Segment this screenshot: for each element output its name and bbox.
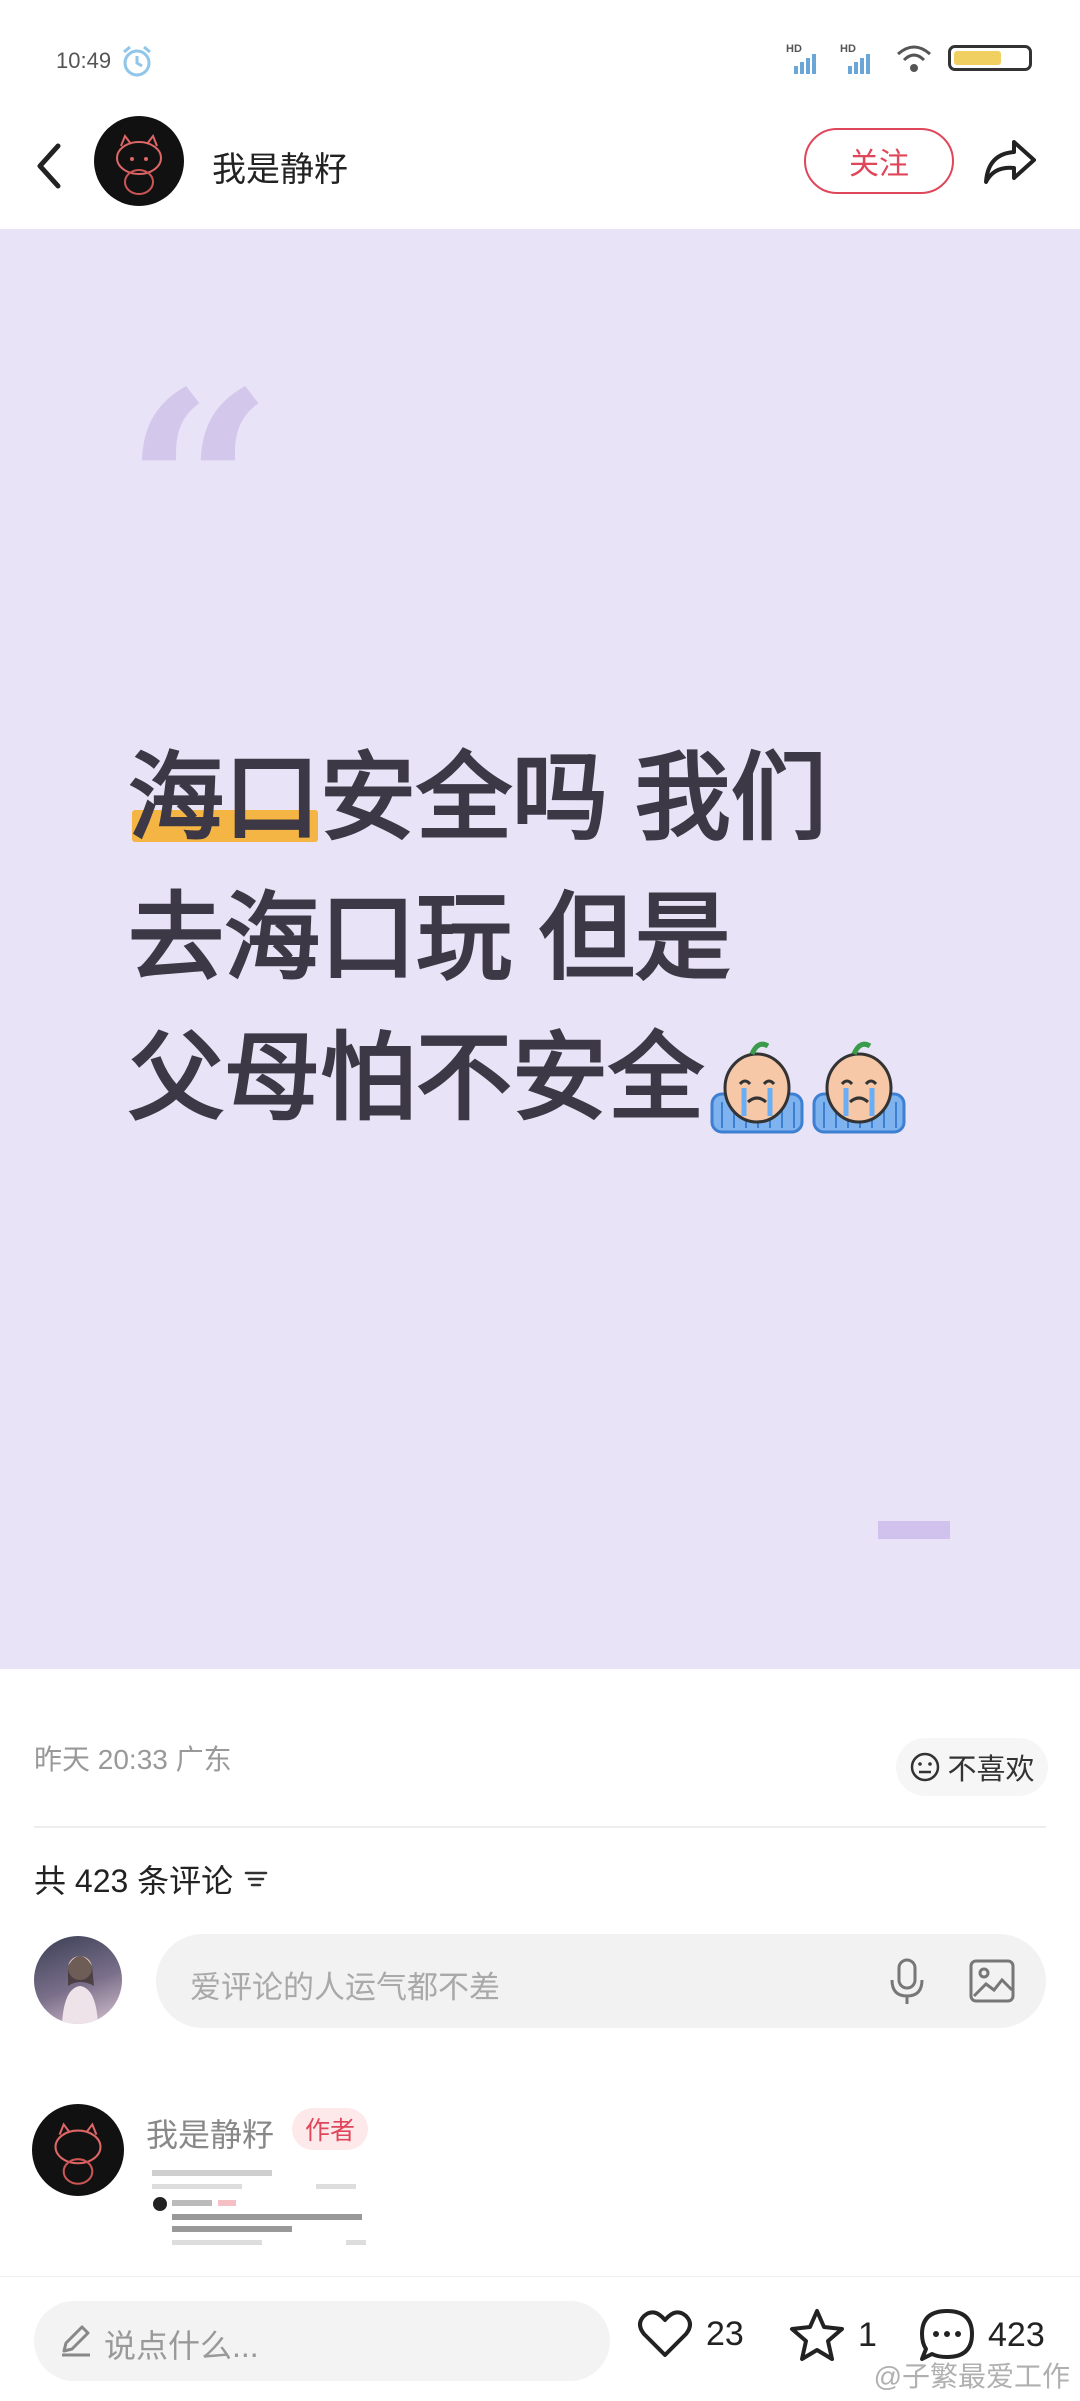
signal-icon: HD	[840, 43, 870, 74]
post-text: 海口安全吗 我们 去海口玩 但是 父母怕不安全	[128, 729, 968, 1149]
author-badge: 作者	[292, 2108, 368, 2150]
hello-kitty-avatar-icon	[54, 2122, 102, 2185]
divider	[34, 1826, 1046, 1828]
comment-count-header[interactable]: 共 423 条评论	[34, 1856, 269, 1902]
comment-input-placeholder: 爱评论的人运气都不差	[190, 1970, 500, 2005]
dislike-button[interactable]: 不喜欢	[896, 1738, 1048, 1796]
comment-count-text: 共 423 条评论	[34, 1863, 234, 1899]
pencil-icon	[62, 2325, 90, 2357]
decorative-dash	[878, 1521, 950, 1539]
quick-comment-input[interactable]: 说点什么...	[34, 2301, 610, 2381]
status-time: 10:49	[56, 48, 112, 73]
watermark: @子繁最爱工作	[873, 2361, 1070, 2392]
sort-icon[interactable]	[243, 1868, 269, 1890]
screenshot-image	[152, 2170, 366, 2245]
back-arrow-icon[interactable]	[28, 136, 68, 196]
post-text-line: 去海口玩 但是	[128, 885, 731, 992]
author-avatar[interactable]	[94, 116, 184, 206]
like-count: 23	[706, 2314, 744, 2353]
hello-kitty-avatar-icon	[116, 133, 162, 195]
post-text-line: 海口安全吗 我们	[128, 745, 827, 852]
comment-author-name[interactable]: 我是静籽	[146, 2110, 274, 2156]
post-timestamp-location: 昨天 20:33 广东	[34, 1744, 232, 1775]
post-image-card[interactable]: “ 海口安全吗 我们 去海口玩 但是 父母怕不安全	[0, 229, 1080, 1669]
comment-author-avatar[interactable]	[32, 2104, 124, 2196]
post-text-line-content: 父母怕不安全	[128, 1025, 704, 1132]
comment-count: 423	[988, 2315, 1045, 2354]
signal-icon: HD	[786, 43, 816, 74]
image-icon[interactable]	[968, 1958, 1016, 2004]
user-avatar-photo	[62, 1956, 98, 2024]
comment-screenshot-thumbnail[interactable]	[146, 2164, 406, 2268]
quote-mark-icon: “	[124, 336, 274, 641]
post-text-line: 父母怕不安全	[128, 1009, 968, 1149]
favorite-button[interactable]: 1	[788, 2307, 877, 2363]
dislike-label: 不喜欢	[947, 1754, 1035, 1786]
quick-comment-placeholder: 说点什么...	[104, 2328, 259, 2364]
comment-input[interactable]: 爱评论的人运气都不差	[156, 1934, 1046, 2028]
current-user-avatar[interactable]	[34, 1936, 122, 2024]
top-nav-bar: 我是静籽 关注	[0, 112, 1080, 228]
crying-face-emoji-icon	[710, 1041, 804, 1134]
crying-face-emoji-icon	[812, 1041, 906, 1134]
signal-label: HD	[840, 43, 856, 55]
microphone-icon[interactable]	[886, 1956, 928, 2008]
neutral-face-icon	[911, 1752, 940, 1782]
favorite-count: 1	[858, 2315, 877, 2354]
alarm-clock-icon	[123, 45, 151, 77]
wifi-icon	[897, 45, 931, 72]
heart-icon	[638, 2310, 692, 2357]
author-name[interactable]: 我是静籽	[212, 142, 348, 191]
share-icon[interactable]	[980, 134, 1040, 190]
bottom-action-bar: 说点什么... 23 1 423 @子繁最爱工作	[0, 2276, 1080, 2401]
status-bar: 10:49 HD HD	[0, 0, 1080, 120]
signal-label: HD	[786, 43, 802, 55]
battery-icon	[948, 45, 1032, 71]
follow-button[interactable]: 关注	[804, 128, 954, 194]
star-icon	[790, 2309, 844, 2361]
like-button[interactable]: 23	[636, 2307, 744, 2361]
